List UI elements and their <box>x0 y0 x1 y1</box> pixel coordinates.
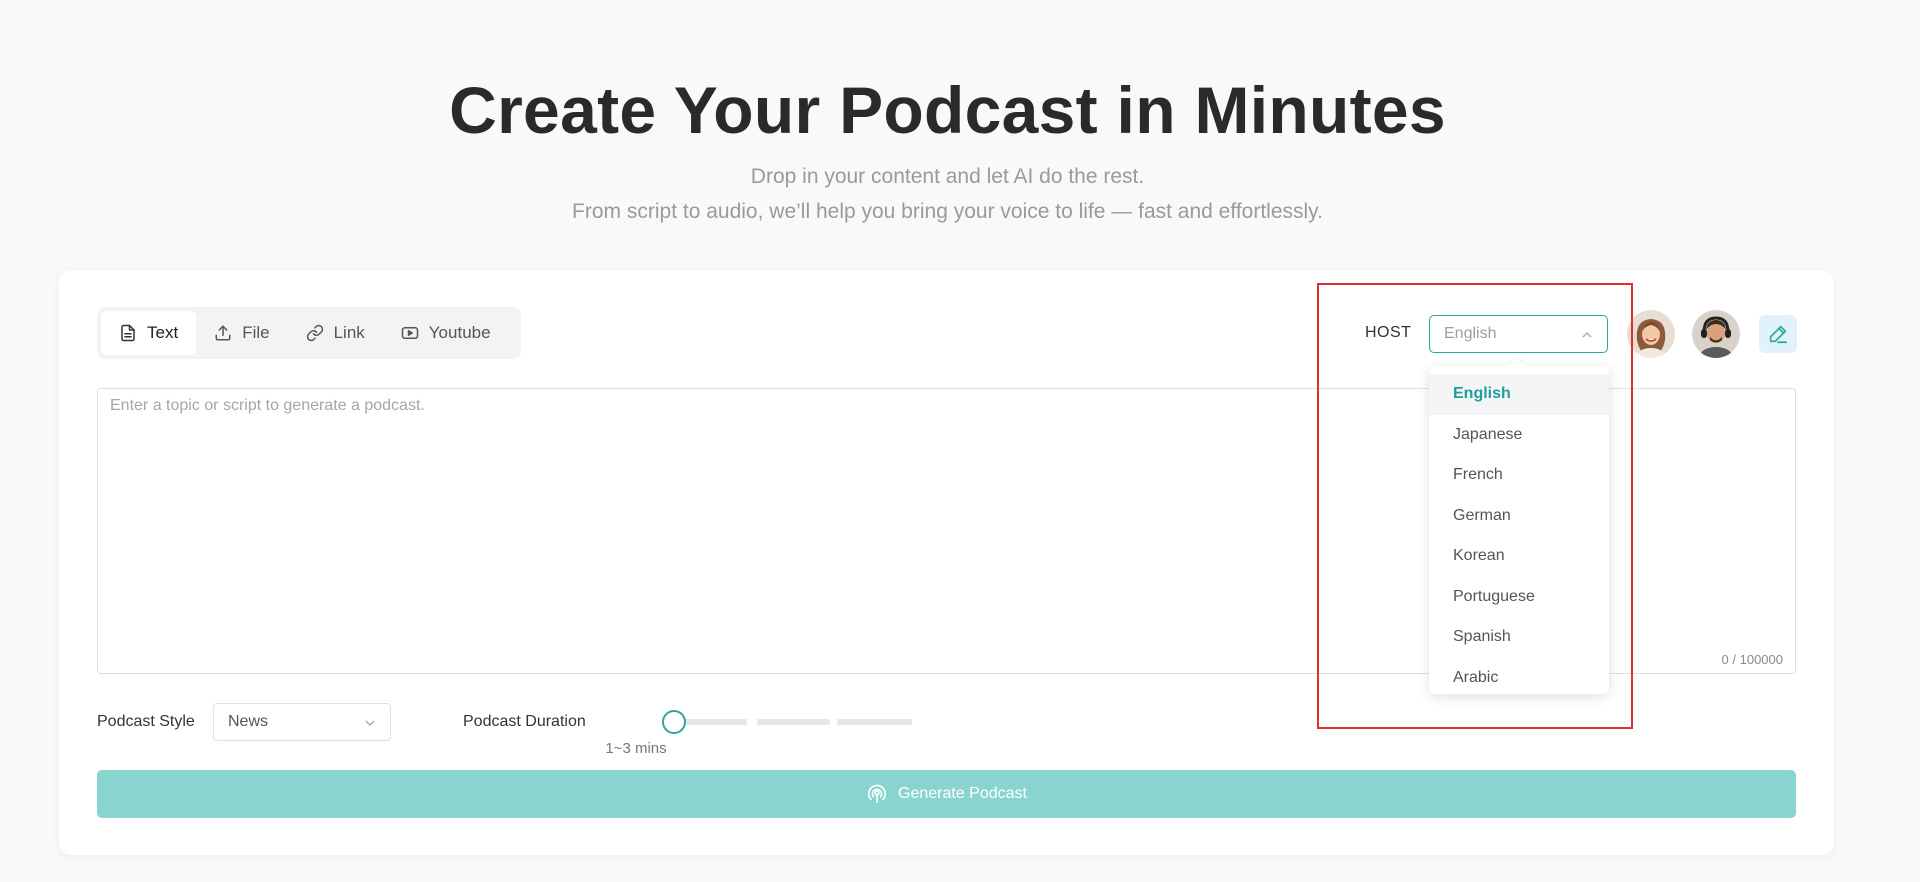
generate-podcast-label: Generate Podcast <box>898 785 1027 802</box>
podcast-icon <box>867 784 887 804</box>
tab-youtube[interactable]: Youtube <box>383 311 509 355</box>
highlight-annotation-box <box>1317 283 1633 729</box>
duration-slider-handle[interactable] <box>662 710 686 734</box>
page-title: Create Your Podcast in Minutes <box>449 73 1446 147</box>
generate-podcast-button[interactable]: Generate Podcast <box>97 770 1796 818</box>
tab-file[interactable]: File <box>196 311 287 355</box>
link-icon <box>306 324 323 342</box>
tab-link[interactable]: Link <box>288 311 383 355</box>
page-subtitle-line1: Drop in your content and let AI do the r… <box>750 165 1145 188</box>
pen-icon <box>1769 325 1788 344</box>
chevron-down-icon <box>365 720 375 727</box>
tab-text[interactable]: Text <box>101 311 197 355</box>
document-icon <box>121 324 135 342</box>
page-subtitle-line2: From script to audio, we’ll help you bri… <box>572 200 1323 223</box>
upload-icon <box>215 325 231 341</box>
duration-segment-3[interactable] <box>837 719 912 725</box>
podcast-duration-label: Podcast Duration <box>463 713 586 730</box>
character-counter: 0 / 100000 <box>1721 652 1783 667</box>
tab-text-label: Text <box>147 323 179 342</box>
podcast-duration-value: 1~3 mins <box>605 740 667 757</box>
tab-file-label: File <box>242 323 270 342</box>
duration-segment-2[interactable] <box>757 719 830 725</box>
script-input-placeholder: Enter a topic or script to generate a po… <box>110 397 425 414</box>
host-avatar-male[interactable] <box>1692 310 1740 358</box>
podcast-style-select[interactable]: News <box>213 703 391 741</box>
podcast-style-value: News <box>228 713 269 730</box>
host-avatar-female[interactable] <box>1627 310 1675 358</box>
tab-youtube-label: Youtube <box>428 323 491 342</box>
podcast-style-label: Podcast Style <box>97 713 195 730</box>
source-tabs: Text File Link Youtube <box>97 307 521 359</box>
tab-link-label: Link <box>333 323 365 342</box>
edit-hosts-button[interactable] <box>1759 315 1797 353</box>
play-icon <box>401 327 419 339</box>
